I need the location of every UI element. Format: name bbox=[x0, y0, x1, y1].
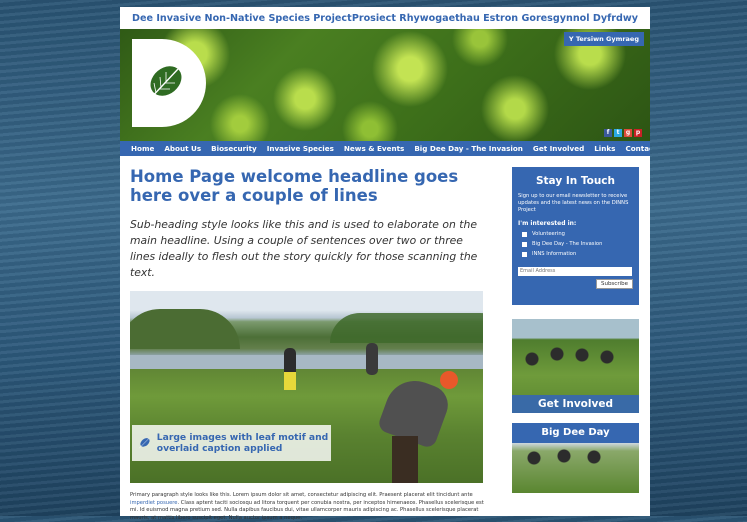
nav-item-home[interactable]: Home bbox=[126, 144, 159, 153]
nav-item-news-events[interactable]: News & Events bbox=[339, 144, 409, 153]
nav-item-get-involved[interactable]: Get Involved bbox=[528, 144, 589, 153]
leaf-motif-icon bbox=[138, 438, 150, 449]
site-title-welsh[interactable]: Prosiect Rhywogaethau Estron Goresgynnol… bbox=[352, 13, 638, 24]
option-volunteering[interactable]: Volunteering bbox=[518, 231, 633, 237]
interest-label: I'm interested in: bbox=[518, 220, 577, 227]
body-paragraph: Primary paragraph style looks like this.… bbox=[130, 492, 484, 521]
sub-heading: Sub-heading style looks like this and is… bbox=[130, 218, 478, 279]
nav-item-invasive-species[interactable]: Invasive Species bbox=[262, 144, 339, 153]
big-dee-day-tile[interactable]: Big Dee Day bbox=[512, 423, 639, 493]
checkbox[interactable] bbox=[522, 251, 527, 257]
facebook-icon[interactable]: f bbox=[604, 129, 612, 137]
header-banner: Y Tersiwn Gymraeg f t g p bbox=[120, 29, 650, 141]
option-big-dee-day[interactable]: Big Dee Day - The Invasion bbox=[518, 241, 633, 247]
sidebar: Stay In Touch Sign up to our email newsl… bbox=[512, 167, 639, 493]
main-content: Home Page welcome headline goes here ove… bbox=[130, 167, 485, 522]
nav-item-links[interactable]: Links bbox=[589, 144, 620, 153]
checkbox[interactable] bbox=[522, 241, 527, 247]
social-links: f t g p bbox=[604, 129, 642, 137]
site-title-english[interactable]: Dee Invasive Non-Native Species Project bbox=[132, 13, 352, 24]
get-involved-label[interactable]: Get Involved bbox=[512, 395, 639, 413]
twitter-icon[interactable]: t bbox=[614, 129, 622, 137]
nav-item-biosecurity[interactable]: Biosecurity bbox=[206, 144, 262, 153]
option-inns-information[interactable]: INNS Information bbox=[518, 251, 633, 257]
newsletter-box: Stay In Touch Sign up to our email newsl… bbox=[512, 167, 639, 305]
inline-link[interactable]: imperdiet posuere bbox=[130, 500, 178, 506]
image-caption: Large images with leaf motif and overlai… bbox=[132, 425, 331, 461]
top-bar: Dee Invasive Non-Native Species Project … bbox=[120, 7, 650, 29]
welsh-version-button[interactable]: Y Tersiwn Gymraeg bbox=[563, 32, 644, 46]
checkbox[interactable] bbox=[522, 231, 527, 237]
big-dee-day-label[interactable]: Big Dee Day bbox=[512, 423, 639, 443]
leaf-logo-icon bbox=[147, 66, 182, 102]
nav-item-contact-us[interactable]: Contact Us bbox=[620, 144, 650, 153]
google-plus-icon[interactable]: g bbox=[624, 129, 632, 137]
pinterest-icon[interactable]: p bbox=[634, 129, 642, 137]
page-headline: Home Page welcome headline goes here ove… bbox=[130, 167, 459, 205]
email-field[interactable] bbox=[518, 266, 632, 276]
caption-text: Large images with leaf motif and overlai… bbox=[156, 432, 329, 454]
get-involved-tile[interactable]: Get Involved bbox=[512, 319, 639, 413]
main-nav: Home About Us Biosecurity Invasive Speci… bbox=[120, 141, 650, 156]
newsletter-title: Stay In Touch bbox=[535, 175, 616, 187]
nav-item-about-us[interactable]: About Us bbox=[159, 144, 206, 153]
hero-image: Large images with leaf motif and overlai… bbox=[130, 291, 483, 483]
newsletter-description: Sign up to our email newsletter to recei… bbox=[518, 193, 629, 213]
subscribe-button[interactable]: Subscribe bbox=[595, 279, 633, 289]
nav-item-big-dee-day[interactable]: Big Dee Day - The Invasion bbox=[409, 144, 528, 153]
